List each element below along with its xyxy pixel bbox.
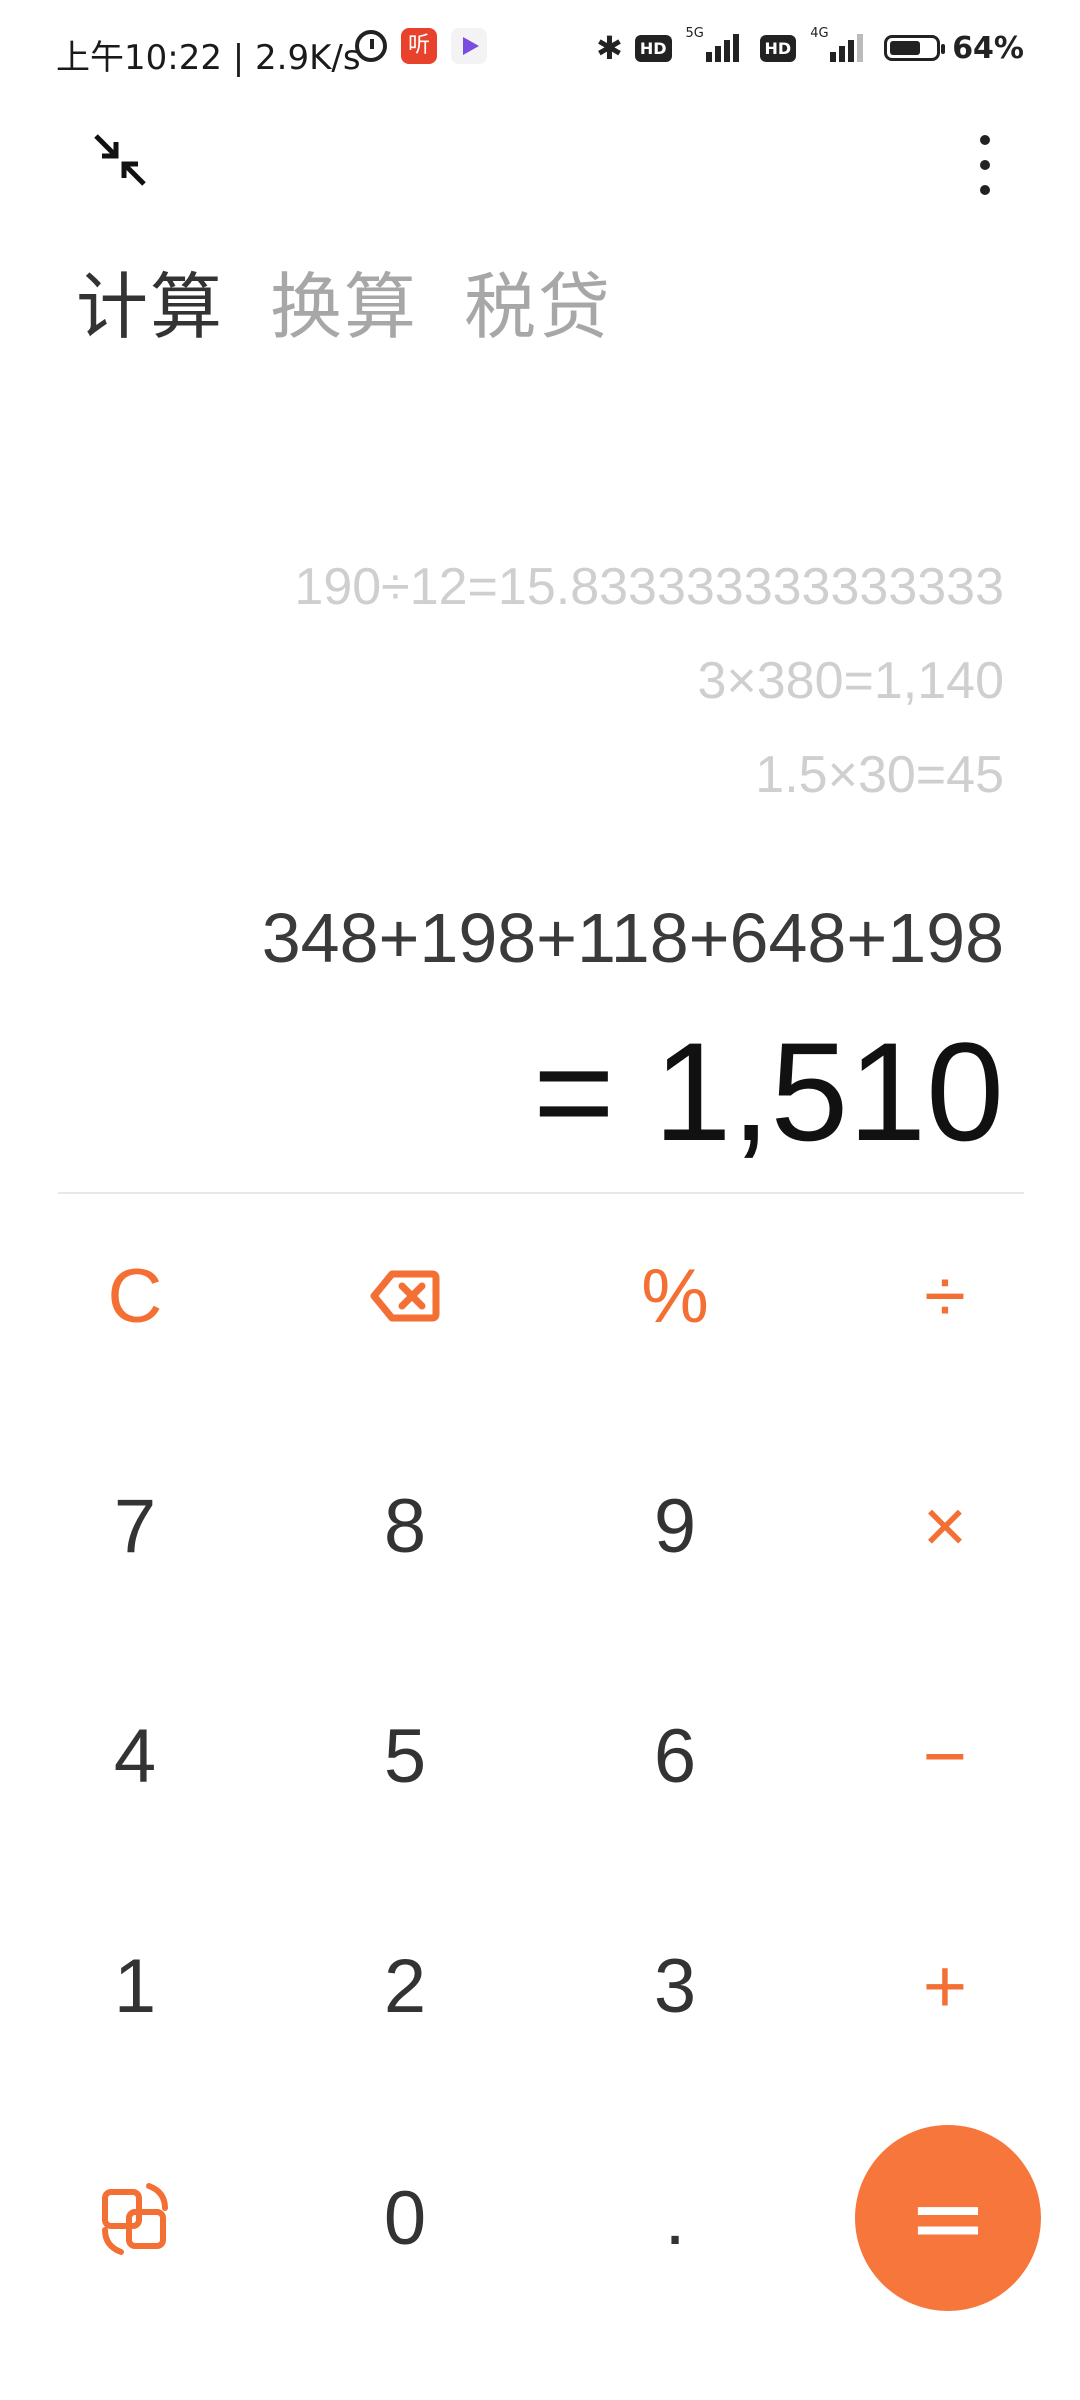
backspace-icon [370,1270,440,1322]
tab-tax-loan[interactable]: 税贷 [464,248,612,353]
status-bar: 上午10:22 | 2.9K/s 听 ✱ HD 5G HD 4G 64% [0,0,1080,110]
key-1[interactable]: 1 [20,1886,250,2086]
history-item[interactable]: 190÷12=15.833333333333333 [294,540,1004,634]
hd-badge-2: HD [759,34,797,62]
switch-mode-button[interactable] [20,2118,250,2318]
backspace-button[interactable] [290,1196,520,1396]
signal-5g-icon: 5G [684,26,748,68]
alarm-icon [355,30,387,62]
battery-percent: 64% [952,30,1024,66]
key-0[interactable]: 0 [290,2118,520,2318]
calc-history: 190÷12=15.833333333333333 3×380=1,140 1.… [294,540,1004,822]
battery-icon [884,35,946,61]
ting-app-icon: 听 [401,28,437,64]
signal-4g-icon: 4G [808,26,872,68]
clear-button[interactable]: C [20,1196,250,1396]
decimal-button[interactable]: . [560,2118,790,2318]
percent-button[interactable]: % [560,1196,790,1396]
signal-4g-label: 4G [810,26,829,41]
history-item[interactable]: 3×380=1,140 [294,634,1004,728]
key-6[interactable]: 6 [560,1656,790,1856]
hd-badge-1: HD [634,34,672,62]
signal-5g-label: 5G [685,26,704,41]
key-4[interactable]: 4 [20,1656,250,1856]
divider [58,1192,1024,1194]
plus-button[interactable]: + [830,1886,1060,2086]
more-vertical-icon[interactable] [960,135,1010,195]
status-right-icons: ✱ HD 5G HD 4G 64% [596,26,1024,68]
key-7[interactable]: 7 [20,1426,250,1626]
key-2[interactable]: 2 [290,1886,520,2086]
mode-tabs: 计算 换算 税贷 [76,248,612,353]
key-3[interactable]: 3 [560,1886,790,2086]
equals-button[interactable]: = [855,2125,1041,2311]
divide-button[interactable]: ÷ [830,1196,1060,1396]
status-left-icons: 听 [355,28,487,64]
multiply-button[interactable]: × [830,1426,1060,1626]
collapse-arrows-icon[interactable] [90,130,150,190]
minus-button[interactable]: − [830,1656,1060,1856]
play-app-icon [451,28,487,64]
key-9[interactable]: 9 [560,1426,790,1626]
status-time-speed: 上午10:22 | 2.9K/s [56,38,361,78]
history-item[interactable]: 1.5×30=45 [294,728,1004,822]
tab-calculate[interactable]: 计算 [76,248,224,353]
current-expression: 348+198+118+648+198 [261,899,1004,977]
switch-mode-icon [102,2183,168,2255]
bluetooth-icon: ✱ [596,29,623,67]
key-5[interactable]: 5 [290,1656,520,1856]
result-display: = 1,510 [533,1013,1004,1170]
tab-convert[interactable]: 换算 [270,248,418,353]
key-8[interactable]: 8 [290,1426,520,1626]
